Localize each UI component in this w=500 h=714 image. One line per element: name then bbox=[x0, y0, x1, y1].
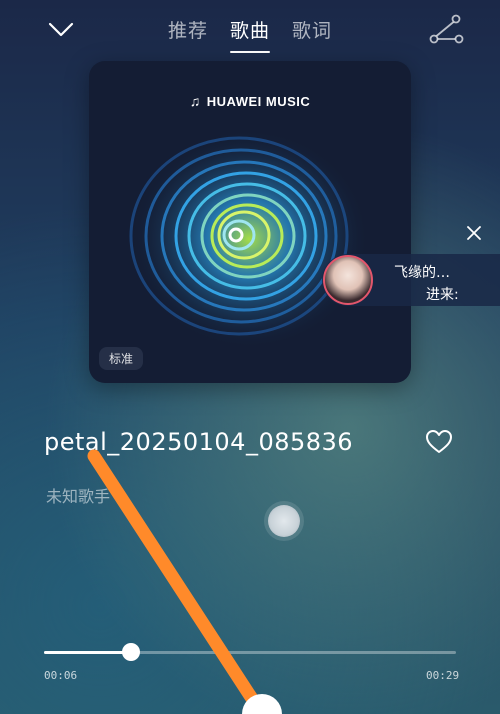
tab-bar: 推荐 歌曲 歌词 bbox=[0, 16, 500, 53]
popup-text-2: 进来: bbox=[426, 287, 459, 303]
brand-label: ♫ HUAWEI MUSIC bbox=[189, 93, 311, 109]
total-time: 00:29 bbox=[426, 669, 460, 682]
tab-lyrics[interactable]: 歌词 bbox=[292, 16, 332, 43]
drag-endpoint bbox=[242, 694, 282, 714]
sound-wave-artwork bbox=[129, 129, 369, 349]
avatar bbox=[323, 255, 373, 305]
progress-thumb[interactable] bbox=[121, 643, 140, 661]
quality-badge[interactable]: 标准 bbox=[99, 347, 144, 370]
share-icon[interactable] bbox=[428, 14, 466, 46]
tab-recommend[interactable]: 推荐 bbox=[168, 16, 208, 43]
artist-name[interactable]: 未知歌手 bbox=[46, 483, 110, 507]
heart-icon[interactable] bbox=[425, 428, 453, 456]
floating-assist-button[interactable] bbox=[268, 505, 300, 537]
progress-bar[interactable] bbox=[44, 643, 456, 661]
popup-text-1: 飞缘的… bbox=[394, 265, 450, 281]
top-bar: 推荐 歌曲 歌词 bbox=[0, 0, 500, 60]
current-time: 00:06 bbox=[44, 669, 78, 682]
music-note-icon: ♫ bbox=[189, 93, 201, 109]
progress-fill bbox=[44, 651, 131, 654]
album-cover[interactable]: ♫ HUAWEI MUSIC 标准 bbox=[89, 61, 411, 383]
live-popup[interactable]: 飞缘的… 进来: bbox=[322, 254, 500, 306]
song-title: petal_20250104_085836 bbox=[44, 428, 354, 456]
close-icon[interactable] bbox=[465, 224, 483, 242]
tab-song[interactable]: 歌曲 bbox=[229, 16, 271, 53]
